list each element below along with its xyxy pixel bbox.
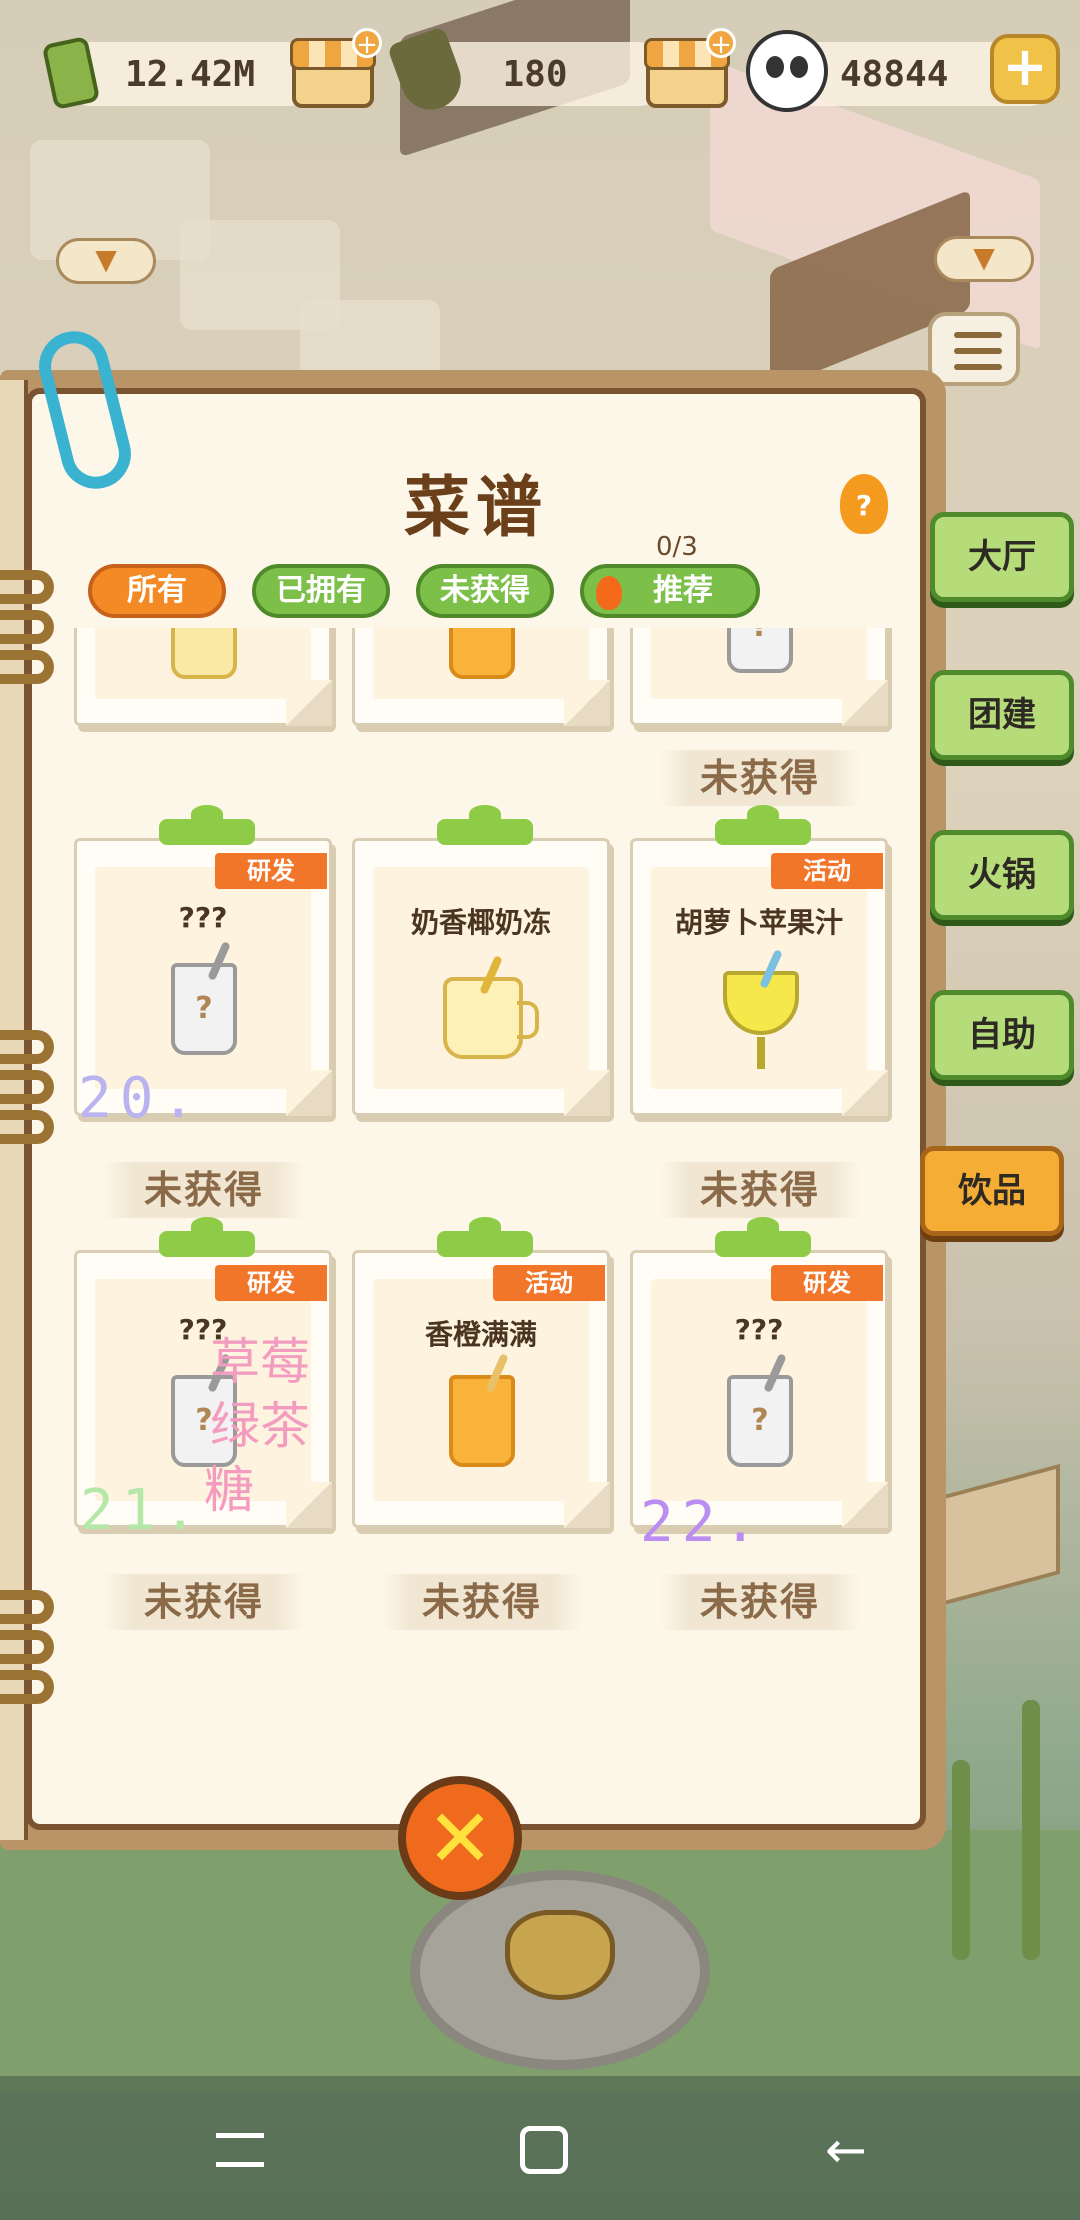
back-button[interactable]: ← (806, 2110, 886, 2190)
recipe-card[interactable]: 奶香椰奶冻 (352, 805, 610, 1116)
event-tag: 活动 (771, 853, 883, 889)
home-icon (520, 2126, 568, 2174)
binder-ring (0, 1110, 54, 1144)
orange-drink-icon (449, 1353, 515, 1467)
dropdown-toggle-left[interactable]: ▼ (56, 238, 156, 284)
binder-ring (0, 570, 54, 604)
unknown-drink-icon: ? (727, 1353, 793, 1467)
status-unobtained: 未获得 (660, 750, 860, 806)
scene-lotus-fountain (410, 1870, 710, 2070)
recent-apps-icon (216, 2133, 264, 2167)
money-counter: 12.42M (60, 42, 320, 106)
status-unobtained: 未获得 (104, 1574, 304, 1630)
unknown-drink-icon: ? (171, 941, 237, 1055)
tab-hotpot[interactable]: 火锅 (930, 830, 1074, 920)
book-title: 菜谱 (404, 469, 548, 546)
recipe-card[interactable] (74, 628, 332, 726)
filter-tabs: 所有 已拥有 未获得 推荐 (88, 564, 760, 618)
recipe-name: 奶香椰奶冻 (410, 906, 551, 939)
gem-value: 180 (502, 53, 568, 95)
binder-ring (0, 1630, 54, 1664)
annotation-label: 草莓 绿茶 糖 (204, 1333, 310, 1519)
binder-ring (0, 650, 54, 684)
recipe-name: 香橙满满 (424, 1318, 537, 1351)
system-nav-bar: ← (0, 2076, 1080, 2220)
dropdown-toggle-right[interactable]: ▼ (934, 236, 1034, 282)
scene-bamboo (952, 1760, 970, 1960)
tab-buffet[interactable]: 自助 (930, 990, 1074, 1080)
recipe-card[interactable]: 研发 ??? ? (630, 1217, 888, 1528)
research-tag: 研发 (215, 1265, 327, 1301)
tab-drinks[interactable]: 饮品 (920, 1146, 1064, 1236)
binder-ring (0, 610, 54, 644)
binder-ring (0, 1590, 54, 1624)
annotation-number: 21. (80, 1478, 206, 1543)
coconut-jelly-drink-icon (443, 955, 539, 1059)
money-value: 12.42M (124, 53, 256, 95)
tab-owned[interactable]: 已拥有 (252, 564, 390, 618)
status-unobtained: 未获得 (660, 1162, 860, 1218)
tab-recommended-label: 推荐 (653, 573, 713, 608)
tab-recommended[interactable]: 推荐 (580, 564, 760, 618)
recipe-name: ??? (178, 901, 228, 934)
annotation-number: 20. (78, 1066, 204, 1131)
recipe-card[interactable] (352, 628, 610, 726)
annotation-number: 22. (640, 1490, 766, 1555)
money-shop-button[interactable]: + (290, 28, 382, 108)
gem-shop-button[interactable]: + (644, 28, 736, 108)
help-flame-icon[interactable]: ? (840, 474, 888, 534)
binder-ring (0, 1030, 54, 1064)
event-tag: 活动 (493, 1265, 605, 1301)
recipe-card[interactable]: 活动 香橙满满 (352, 1217, 610, 1528)
scene-crate (940, 1463, 1060, 1607)
scene-bamboo (1022, 1700, 1040, 1960)
recipe-name: 胡萝卜苹果汁 (674, 906, 843, 939)
tab-unobtained[interactable]: 未获得 (416, 564, 554, 618)
panda-icon (746, 30, 828, 112)
recipe-card[interactable]: ? (630, 628, 888, 726)
research-tag: 研发 (771, 1265, 883, 1301)
unknown-symbol: ? (731, 628, 789, 644)
home-button[interactable] (504, 2110, 584, 2190)
tab-all[interactable]: 所有 (88, 564, 226, 618)
add-panda-button[interactable]: + (990, 34, 1060, 104)
recipe-card[interactable]: 活动 胡萝卜苹果汁 (630, 805, 888, 1116)
panda-value: 48844 (840, 53, 949, 95)
status-unobtained: 未获得 (382, 1574, 582, 1630)
close-button[interactable]: ✕ (398, 1776, 522, 1900)
tab-hall[interactable]: 大厅 (930, 512, 1074, 602)
recent-apps-button[interactable] (200, 2110, 280, 2190)
tab-team-building[interactable]: 团建 (930, 670, 1074, 760)
menu-list-button[interactable] (928, 312, 1020, 386)
status-unobtained: 未获得 (104, 1162, 304, 1218)
fire-icon (596, 576, 622, 610)
plus-icon: + (706, 28, 736, 59)
plus-icon: + (352, 28, 382, 59)
recommend-count: 0/3 (656, 532, 698, 562)
binder-ring (0, 1070, 54, 1104)
status-unobtained: 未获得 (660, 1574, 860, 1630)
research-tag: 研发 (215, 853, 327, 889)
binder-ring (0, 1670, 54, 1704)
resource-bar: 12.42M + 180 + 48844 + (0, 26, 1080, 120)
recipe-name: ??? (734, 1313, 784, 1346)
